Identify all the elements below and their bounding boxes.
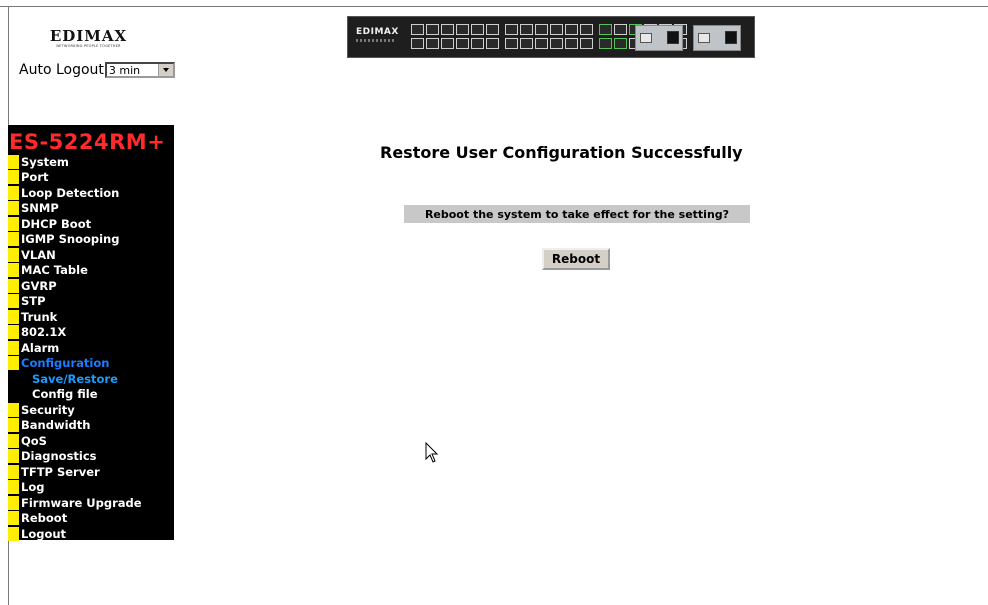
bullet-square-icon: [8, 464, 19, 479]
bullet-square-icon: [8, 325, 19, 340]
bullet-square-icon: [8, 154, 19, 169]
sidebar-item-port[interactable]: Port: [8, 170, 174, 186]
sidebar-item-label: DHCP Boot: [21, 216, 92, 231]
bullet-square-icon: [8, 526, 19, 541]
sidebar-item-label: Bandwidth: [21, 418, 91, 433]
sidebar-item-diagnostics[interactable]: Diagnostics: [8, 449, 174, 465]
sidebar-item-label: STP: [21, 294, 46, 309]
auto-logout-label: Auto Logout: [19, 62, 104, 78]
reboot-prompt-bar: Reboot the system to take effect for the…: [404, 205, 750, 223]
mouse-pointer-icon: [425, 442, 439, 463]
sidebar-item-label: Config file: [32, 387, 98, 402]
sidebar-item-alarm[interactable]: Alarm: [8, 340, 174, 356]
switch-led-strip: [356, 39, 396, 42]
sidebar-item-reboot[interactable]: Reboot: [8, 511, 174, 527]
sidebar-item-igmp-snooping[interactable]: IGMP Snooping: [8, 232, 174, 248]
auto-logout-select[interactable]: 3 min: [104, 62, 175, 78]
sidebar-item-label: Security: [21, 402, 75, 417]
sidebar-item-vlan[interactable]: VLAN: [8, 247, 174, 263]
switch-front-panel-image: EDIMAX: [347, 16, 755, 58]
bullet-square-icon: [8, 356, 19, 371]
sidebar-item-label: System: [21, 154, 69, 169]
chevron-down-icon[interactable]: [157, 64, 173, 76]
sidebar-item-label: Loop Detection: [21, 185, 120, 200]
sidebar-subitem-config-file[interactable]: Config file: [8, 387, 174, 403]
device-model-title: ES-5224RM+: [9, 130, 166, 154]
sidebar-item-mac-table[interactable]: MAC Table: [8, 263, 174, 279]
bullet-square-icon: [8, 170, 19, 185]
sidebar-item-label: 802.1X: [21, 325, 67, 340]
bullet-square-icon: [8, 278, 19, 293]
edimax-logo: EDIMAX NETWORKING PEOPLE TOGETHER: [36, 28, 141, 49]
sidebar-item-snmp[interactable]: SNMP: [8, 201, 174, 217]
sidebar-item-label: Save/Restore: [32, 371, 118, 386]
sidebar-item-label: Logout: [21, 526, 67, 541]
sidebar-item-logout[interactable]: Logout: [8, 526, 174, 542]
reboot-button[interactable]: Reboot: [542, 248, 610, 270]
sidebar-item-stp[interactable]: STP: [8, 294, 174, 310]
sidebar-item-label: Diagnostics: [21, 449, 97, 464]
sidebar-item-security[interactable]: Security: [8, 402, 174, 418]
sidebar-item-label: QoS: [21, 433, 47, 448]
switch-brand-label: EDIMAX: [356, 27, 399, 37]
bullet-square-icon: [8, 201, 19, 216]
sidebar-item-bandwidth[interactable]: Bandwidth: [8, 418, 174, 434]
sidebar-item-label: TFTP Server: [21, 464, 100, 479]
switch-uplink-module-1: [635, 25, 683, 51]
sidebar-item-label: VLAN: [21, 247, 56, 262]
sidebar-item-firmware-upgrade[interactable]: Firmware Upgrade: [8, 495, 174, 511]
bullet-square-icon: [8, 216, 19, 231]
bullet-square-icon: [8, 294, 19, 309]
sidebar-item-label: MAC Table: [21, 263, 88, 278]
sidebar-item-trunk[interactable]: Trunk: [8, 309, 174, 325]
sidebar-item-label: Firmware Upgrade: [21, 495, 142, 510]
bullet-square-icon: [8, 495, 19, 510]
sidebar-item-gvrp[interactable]: GVRP: [8, 278, 174, 294]
bullet-square-icon: [8, 433, 19, 448]
bullet-square-icon: [8, 480, 19, 495]
sidebar-item-system[interactable]: System: [8, 154, 174, 170]
bullet-square-icon: [8, 511, 19, 526]
sidebar-item-8021x[interactable]: 802.1X: [8, 325, 174, 341]
sidebar-item-label: Configuration: [21, 356, 110, 371]
sidebar-subitem-save-restore[interactable]: Save/Restore: [8, 371, 174, 387]
menu-list: System Port Loop Detection SNMP DHCP Boo…: [8, 154, 174, 542]
switch-uplink-module-2: [693, 25, 741, 51]
reboot-prompt-text: Reboot the system to take effect for the…: [424, 207, 730, 221]
sidebar-item-label: IGMP Snooping: [21, 232, 120, 247]
bullet-square-icon: [8, 449, 19, 464]
auto-logout: Auto Logout 3 min: [19, 60, 175, 80]
logo-text: EDIMAX: [49, 27, 128, 45]
sidebar-item-tftp-server[interactable]: TFTP Server: [8, 464, 174, 480]
bullet-square-icon: [8, 185, 19, 200]
sidebar-item-dhcp-boot[interactable]: DHCP Boot: [8, 216, 174, 232]
sidebar-item-label: Log: [21, 480, 45, 495]
sidebar-item-label: Reboot: [21, 511, 68, 526]
sidebar-item-label: SNMP: [21, 201, 59, 216]
sidebar-item-label: Alarm: [21, 340, 60, 355]
bullet-square-icon: [8, 232, 19, 247]
bullet-square-icon: [8, 340, 19, 355]
bullet-square-icon: [8, 309, 19, 324]
sidebar-item-label: GVRP: [21, 278, 57, 293]
page-title: Restore User Configuration Successfully: [380, 143, 743, 162]
sidebar-menu: ES-5224RM+ System Port Loop Detection SN…: [8, 125, 174, 542]
bullet-square-icon: [8, 402, 19, 417]
bullet-square-icon: [8, 263, 19, 278]
sidebar-item-qos[interactable]: QoS: [8, 433, 174, 449]
sidebar-item-label: Port: [21, 170, 49, 185]
bullet-square-icon: [8, 418, 19, 433]
sidebar-item-loop-detection[interactable]: Loop Detection: [8, 185, 174, 201]
sidebar-item-label: Trunk: [21, 309, 58, 324]
auto-logout-value: 3 min: [108, 64, 141, 77]
frame-top-border: [0, 6, 988, 7]
sidebar-item-log[interactable]: Log: [8, 480, 174, 496]
sidebar-item-configuration[interactable]: Configuration: [8, 356, 174, 372]
bullet-square-icon: [8, 247, 19, 262]
